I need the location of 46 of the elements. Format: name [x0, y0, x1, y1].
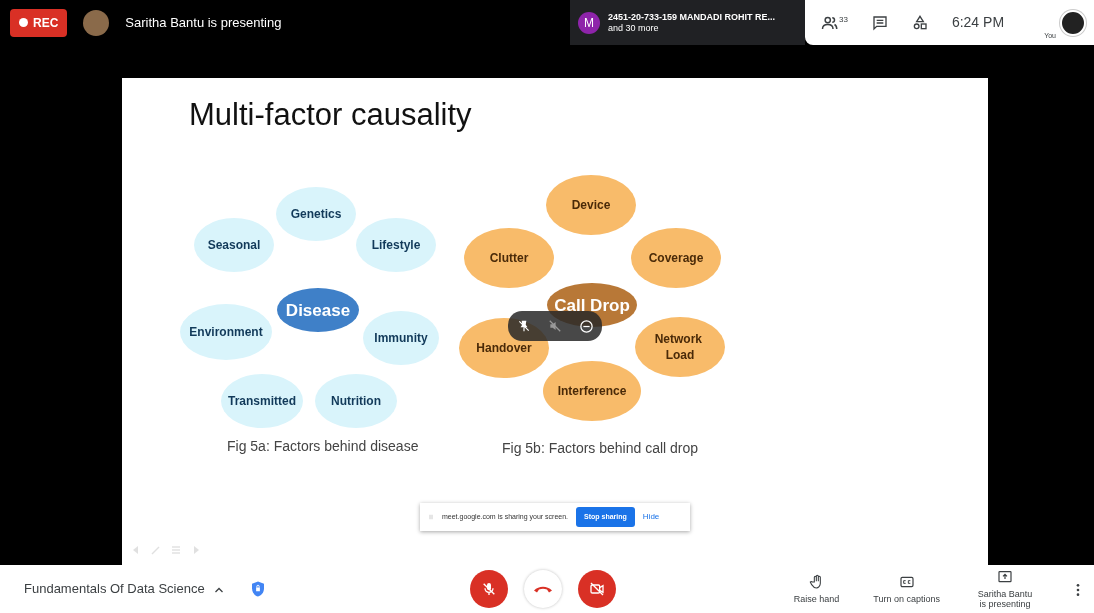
action-button[interactable]: Saritha Bantu is presenting: [974, 569, 1036, 609]
factor-node: Lifestyle: [356, 218, 436, 272]
shapes-icon: [911, 15, 928, 32]
factor-node: Interference: [543, 361, 641, 421]
factor-node: Seasonal: [194, 218, 274, 272]
participant-count: 33: [839, 13, 848, 26]
factor-node: Clutter: [464, 228, 554, 288]
camera-off-icon: [589, 581, 605, 597]
factor-node: Immunity: [363, 311, 439, 365]
action-button[interactable]: Raise hand: [793, 574, 840, 604]
center-node: Disease: [277, 288, 359, 332]
muted-microphone-icon: [481, 581, 497, 597]
recording-indicator: REC: [10, 8, 68, 37]
factor-node: Coverage: [631, 228, 721, 288]
microphone-button[interactable]: [470, 570, 508, 608]
presenter-text: Saritha Bantu is presenting: [125, 13, 282, 32]
chat-icon: [871, 15, 888, 32]
drag-handle-icon[interactable]: [428, 512, 434, 522]
factor-node: Transmitted: [221, 374, 303, 428]
figure-caption: Fig 5b: Factors behind call drop: [502, 439, 699, 458]
factor-node: Genetics: [276, 187, 356, 241]
factor-node: Network Load: [635, 317, 725, 377]
slide-title: Multi-factor causality: [189, 96, 472, 134]
factor-node: Nutrition: [315, 374, 397, 428]
people-button[interactable]: 33: [821, 13, 848, 32]
pin-icon[interactable]: [516, 319, 531, 333]
self-avatar-circle[interactable]: [1060, 9, 1086, 36]
participant-more: and 30 more: [608, 22, 660, 34]
present-screen-icon: [997, 569, 1013, 585]
factor-node: Device: [546, 175, 636, 235]
participant-chip[interactable]: M 2451-20-733-159 MANDADI ROHIT RE... and 30 more: [570, 0, 805, 45]
participant-initial: M: [578, 11, 600, 34]
action-button[interactable]: Turn on captions: [873, 574, 940, 604]
remove-icon[interactable]: [578, 318, 594, 334]
avatar-circle: [83, 9, 110, 36]
meeting-title: Fundamentals Of Data Science: [24, 580, 205, 599]
camera-button[interactable]: [578, 570, 616, 608]
muted-speaker-icon[interactable]: [547, 319, 562, 333]
participant-name: 2451-20-733-159 MANDADI ROHIT RE...: [608, 11, 776, 23]
factor-node: Environment: [180, 304, 272, 360]
captions-icon: [898, 574, 915, 590]
hide-link[interactable]: Hide: [642, 511, 660, 523]
figure-caption: Fig 5a: Factors behind disease: [227, 437, 419, 456]
leave-call-button[interactable]: [524, 570, 562, 608]
clock-time: 6:24 PM: [951, 13, 1005, 32]
phone-icon: [534, 585, 552, 593]
